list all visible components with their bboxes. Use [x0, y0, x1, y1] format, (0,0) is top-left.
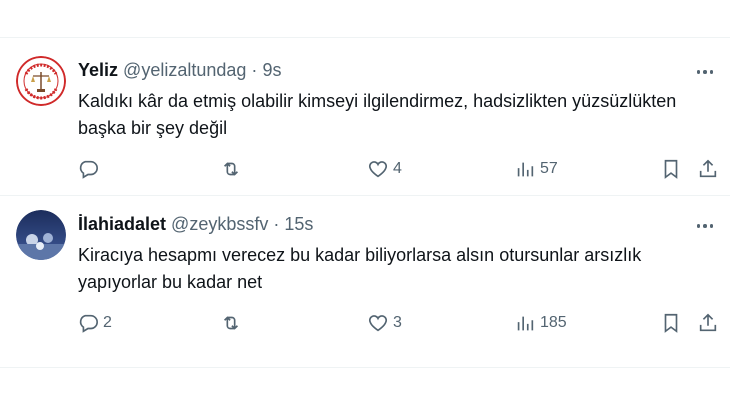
views-icon — [517, 162, 534, 177]
views-button[interactable]: 185 — [514, 308, 567, 338]
photo-avatar-image — [16, 210, 66, 260]
tweet-text: Kiracıya hesapmı verecez bu kadar biliyo… — [78, 245, 642, 292]
separator-dot: · — [273, 214, 280, 234]
more-icon[interactable] — [695, 62, 715, 82]
avatar[interactable] — [16, 56, 66, 106]
reply-button[interactable]: 2 — [77, 308, 112, 338]
tweet[interactable]: Yeliz @yelizaltundag · 9s Kaldıkı kâr da… — [0, 38, 730, 195]
separator-dot: · — [251, 60, 258, 80]
like-count: 4 — [393, 160, 402, 177]
tweet-header: İlahiadalet @zeykbssfv · 15s — [78, 214, 313, 235]
bookmark-icon — [664, 159, 678, 179]
avatar[interactable] — [16, 210, 66, 260]
retweet-button[interactable] — [220, 154, 246, 184]
view-count: 185 — [540, 314, 567, 331]
heart-icon — [368, 161, 388, 178]
more-icon[interactable] — [695, 216, 715, 236]
display-name[interactable]: İlahiadalet — [78, 214, 166, 234]
share-button[interactable] — [697, 154, 719, 184]
tweet-text: Kaldıkı kâr da etmiş olabilir kimseyi il… — [78, 91, 677, 138]
retweet-icon — [223, 162, 239, 176]
reply-icon — [79, 160, 98, 179]
share-button[interactable] — [697, 308, 719, 338]
like-button[interactable]: 4 — [367, 154, 402, 184]
logo-avatar-image — [16, 56, 66, 106]
action-bar: 2 3 185 — [0, 308, 730, 338]
bookmark-icon — [664, 313, 678, 333]
tweet-header: Yeliz @yelizaltundag · 9s — [78, 60, 281, 81]
retweet-button[interactable] — [220, 308, 246, 338]
retweet-icon — [223, 316, 239, 330]
bookmark-button[interactable] — [660, 154, 682, 184]
tweet[interactable]: İlahiadalet @zeykbssfv · 15s Kiracıya he… — [0, 197, 730, 367]
views-button[interactable]: 57 — [514, 154, 558, 184]
divider-bottom — [0, 367, 730, 368]
bookmark-button[interactable] — [660, 308, 682, 338]
share-icon — [699, 159, 717, 178]
user-handle[interactable]: @zeykbssfv — [171, 214, 268, 234]
like-button[interactable]: 3 — [367, 308, 402, 338]
views-icon — [517, 316, 534, 331]
heart-icon — [368, 315, 388, 332]
reply-button[interactable] — [77, 154, 103, 184]
reply-icon — [79, 314, 98, 333]
timestamp[interactable]: 15s — [284, 214, 313, 234]
reply-count: 2 — [103, 314, 112, 331]
user-handle[interactable]: @yelizaltundag — [123, 60, 246, 80]
display-name[interactable]: Yeliz — [78, 60, 118, 80]
timestamp[interactable]: 9s — [262, 60, 281, 80]
like-count: 3 — [393, 314, 402, 331]
view-count: 57 — [540, 160, 558, 177]
action-bar: 4 57 — [0, 154, 730, 184]
divider-middle — [0, 195, 730, 196]
share-icon — [699, 313, 717, 332]
